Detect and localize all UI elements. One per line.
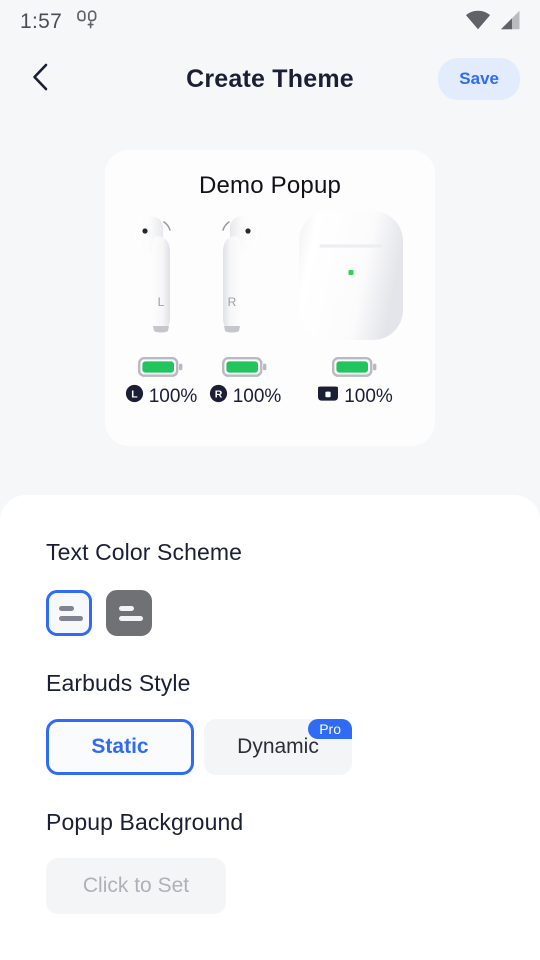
earbuds-style-static-button[interactable]: Static [46,719,194,775]
status-bar: 1:57 [0,0,540,44]
text-color-scheme-title: Text Color Scheme [46,539,242,565]
swatch-line [59,615,83,621]
cellular-signal-icon [500,10,522,35]
battery-level-icon [305,356,405,378]
wifi-icon [465,10,491,35]
settings-sheet: Text Color Scheme Earbuds Style Static D… [0,495,540,960]
status-bar-left: 1:57 [20,9,100,36]
svg-text:R: R [214,389,222,401]
battery-readouts: L 100% R 100% 100% [105,356,435,426]
popup-background-set-button[interactable]: Click to Set [46,858,226,914]
battery-case: 100% [305,356,405,409]
earbuds-style-static-label: Static [91,735,149,758]
swatch-line [119,615,143,621]
battery-left-value: 100% [148,385,198,407]
color-scheme-dark-option[interactable] [106,590,152,636]
earbuds-icon [76,9,100,36]
battery-case-value: 100% [344,385,393,407]
status-bar-clock: 1:57 [20,10,63,33]
demo-popup-title: Demo Popup [198,172,342,199]
earbuds-style-dynamic-label: Dynamic [237,735,319,758]
device-illustrations: L R [105,211,435,347]
swatch-line [59,605,74,611]
app-screen: 1:57 Create Theme Save Demo Popup L R L … [0,0,540,960]
save-button[interactable]: Save [438,58,520,100]
chevron-left-icon [28,62,54,97]
demo-popup-card: Demo Popup L R L 100% R 100% 100% [105,150,435,446]
battery-right-value: 100% [232,385,282,407]
back-button[interactable] [18,56,64,102]
popup-background-title: Popup Background [46,809,244,835]
earbuds-style-title: Earbuds Style [46,670,191,696]
airpod-right-image: R [200,214,260,347]
case-badge-icon [317,384,339,409]
battery-right: R 100% [195,356,295,409]
swatch-line [119,605,134,611]
svg-text:L: L [131,389,138,401]
right-earbud-badge-icon: R [209,384,228,409]
status-bar-right [465,0,522,44]
airpods-case-image [295,208,407,348]
battery-case-label: 100% [305,384,405,409]
app-header: Create Theme Save [0,44,540,114]
battery-level-icon [195,356,295,378]
earbuds-style-options: Static Dynamic Pro [46,719,494,775]
airpod-left-image: L [133,214,193,347]
battery-right-label: R 100% [195,384,295,409]
svg-text:L: L [158,295,165,309]
earbuds-style-dynamic-button[interactable]: Dynamic Pro [204,719,352,775]
svg-text:R: R [228,295,237,309]
pro-badge: Pro [308,719,352,739]
left-earbud-badge-icon: L [125,384,144,409]
color-scheme-light-option[interactable] [46,590,92,636]
text-color-scheme-options [46,590,494,636]
